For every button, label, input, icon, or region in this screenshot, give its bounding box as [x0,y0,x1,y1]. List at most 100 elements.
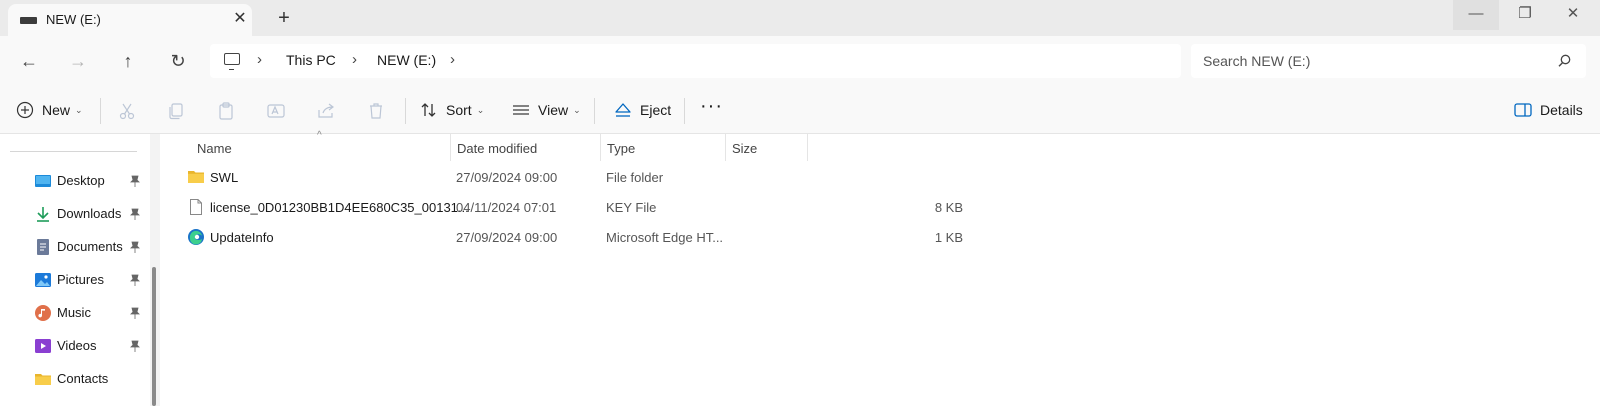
file-name: SWL [210,170,239,185]
sidebar-item-contacts[interactable]: Contacts [0,364,150,394]
file-type: KEY File [606,200,657,215]
new-label: New [42,102,71,118]
folder-icon [188,171,204,183]
minimize-button[interactable]: — [1453,0,1499,30]
new-tab-button[interactable]: + [272,6,296,30]
sidebar-item-music[interactable]: Music [0,298,150,328]
more-options-button[interactable]: ··· [700,90,723,122]
edge-icon [188,229,204,245]
music-icon [35,305,51,321]
new-button[interactable]: New ⌄ [16,94,83,126]
pin-icon[interactable] [130,241,140,253]
file-icon [190,199,202,215]
table-row[interactable]: SWL 27/09/2024 09:00 File folder [178,162,973,192]
folder-icon [35,374,51,385]
sidebar-item-label: Pictures [57,272,104,287]
file-list: ^ Name Date modified Type Size SWL 27/09… [162,130,1600,406]
rename-icon[interactable] [266,101,286,121]
address-row: ← → ↑ ↻ › This PC › NEW (E:) › [0,36,1600,86]
pin-icon[interactable] [130,208,140,220]
chevron-down-icon: ⌄ [476,104,485,115]
divider [684,98,685,124]
column-header-label: Date modified [457,141,538,156]
file-size: 8 KB [934,200,963,215]
sidebar-item-pictures[interactable]: Pictures [0,265,150,295]
column-header-name[interactable]: Name [190,134,440,161]
column-header-label: Name [197,141,232,156]
maximize-button[interactable]: ❐ [1502,0,1548,30]
file-date: 27/09/2024 09:00 [456,170,558,185]
view-button[interactable]: View ⌄ [512,94,581,126]
command-bar: New ⌄ Sort ⌄ View ⌄ Eject ··· Details [0,86,1600,134]
pin-icon[interactable] [130,175,140,187]
column-header-date-modified[interactable]: Date modified [450,134,600,161]
table-row[interactable]: UpdateInfo 27/09/2024 09:00 Microsoft Ed… [178,222,973,252]
sidebar-item-label: Contacts [57,371,109,386]
forward-button[interactable]: → [63,47,93,75]
desktop-icon [35,175,51,187]
breadcrumb-separator[interactable]: › [450,51,455,68]
refresh-button[interactable]: ↻ [163,47,193,75]
chevron-down-icon: ⌄ [573,104,581,115]
view-label: View [538,102,569,118]
breadcrumb-this-pc[interactable]: This PC [286,52,336,68]
back-button[interactable]: ← [14,47,44,75]
column-header-size[interactable]: Size [725,134,807,161]
sidebar-scrollbar-thumb[interactable] [152,267,156,406]
close-window-button[interactable]: ✕ [1550,0,1596,30]
divider [100,98,101,124]
sidebar-item-videos[interactable]: Videos [0,331,150,361]
tab-new-e[interactable]: NEW (E:) ✕ [8,4,252,36]
tab-title: NEW (E:) [46,12,101,27]
file-name: license_0D01230BB1D4EE680C35_00131... [210,200,469,215]
cut-icon[interactable] [117,101,137,121]
details-pane-icon [1514,103,1532,117]
sidebar-item-desktop[interactable]: Desktop [0,166,150,196]
computer-icon[interactable] [224,53,240,70]
file-date: 04/11/2024 07:01 [456,200,557,215]
document-icon [37,239,49,255]
copy-icon[interactable] [166,101,186,121]
file-size: 1 KB [934,230,963,245]
pin-icon[interactable] [130,274,140,286]
pin-icon[interactable] [130,340,140,352]
file-date: 27/09/2024 09:00 [456,230,558,245]
sidebar-item-documents[interactable]: Documents [0,232,150,262]
up-button[interactable]: ↑ [113,47,143,75]
sort-button[interactable]: Sort ⌄ [420,94,484,126]
sidebar-item-label: Music [57,305,91,320]
sidebar-item-label: Documents [57,239,123,254]
paste-icon[interactable] [216,101,236,121]
search-box[interactable] [1191,44,1586,78]
view-list-icon [513,105,529,115]
search-input[interactable] [1203,50,1543,72]
file-type: File folder [606,170,664,185]
sort-icon [421,103,436,117]
column-resizer[interactable] [807,134,808,161]
column-header-label: Type [607,141,636,156]
pictures-icon [35,273,51,287]
divider [594,98,595,124]
plus-circle-icon [16,101,34,119]
breadcrumb-separator[interactable]: › [257,51,262,68]
details-button[interactable]: Details [1514,94,1583,126]
sidebar-item-downloads[interactable]: Downloads [0,199,150,229]
breadcrumb-separator[interactable]: › [352,51,357,68]
download-icon [37,207,49,222]
eject-label: Eject [640,102,672,118]
delete-icon[interactable] [366,101,386,121]
details-label: Details [1540,102,1583,118]
address-bar[interactable]: › This PC › NEW (E:) › [210,44,1181,78]
eject-button[interactable]: Eject [614,94,671,126]
divider [405,98,406,124]
sidebar-item-label: Downloads [57,206,122,221]
column-header-type[interactable]: Type [600,134,725,161]
pin-icon[interactable] [130,307,140,319]
share-icon[interactable] [316,101,336,121]
tab-close-button[interactable]: ✕ [230,9,250,29]
breadcrumb-new-e[interactable]: NEW (E:) [377,52,436,68]
file-name: UpdateInfo [210,230,274,245]
search-icon[interactable] [1558,54,1571,67]
drive-icon [20,17,37,24]
table-row[interactable]: license_0D01230BB1D4EE680C35_00131... 04… [178,192,973,222]
